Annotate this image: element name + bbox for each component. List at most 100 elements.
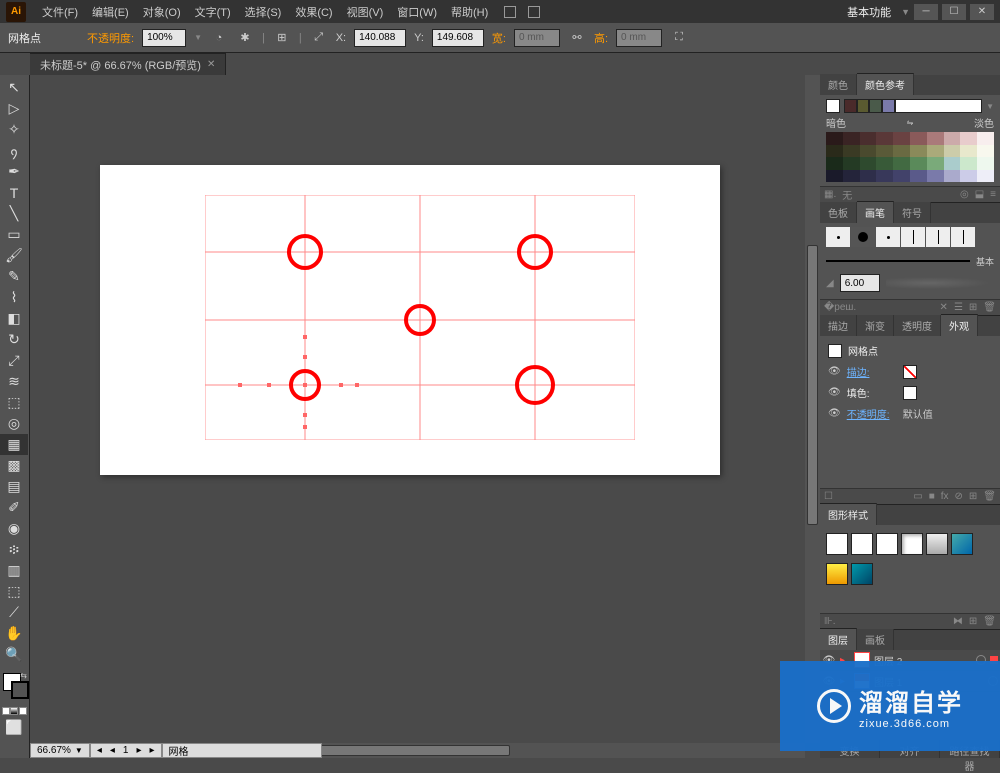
new-art-icon[interactable]: ☐	[824, 491, 833, 502]
style-swatch[interactable]	[826, 533, 848, 555]
transform-icon[interactable]: ⛶	[670, 29, 688, 47]
appearance-thumb[interactable]	[828, 344, 842, 358]
new-style-icon[interactable]: ⊞	[969, 616, 977, 627]
appearance-opacity-label[interactable]: 不透明度:	[847, 406, 897, 421]
panel-tab-transparency[interactable]: 透明度	[894, 315, 941, 336]
lasso-tool[interactable]: ᠀	[0, 140, 28, 161]
limit-colors-icon[interactable]: ▦.	[824, 189, 836, 200]
style-swatch[interactable]	[926, 533, 948, 555]
edit-colors-icon[interactable]: ◎	[960, 189, 969, 200]
swap-fill-stroke-icon[interactable]: ⇆	[20, 671, 27, 680]
panel-tab-color[interactable]: 颜色	[820, 74, 857, 95]
brush-library-icon[interactable]: �реш.	[824, 302, 856, 313]
shape-builder-tool[interactable]: ◎	[0, 413, 28, 434]
zoom-tool[interactable]: 🔍	[0, 644, 28, 665]
brush-thumb[interactable]	[926, 227, 950, 247]
visibility-icon[interactable]: 👁	[828, 366, 841, 377]
add-fill-icon[interactable]: ■	[929, 491, 935, 502]
mesh-tool[interactable]: ▩	[0, 455, 28, 476]
gradient-tool[interactable]: ▤	[0, 476, 28, 497]
color-shade-grid[interactable]	[826, 132, 994, 182]
eraser-tool[interactable]: ◧	[0, 308, 28, 329]
harmony-swatch[interactable]	[895, 99, 982, 113]
paintbrush-tool[interactable]: 🖌	[0, 245, 28, 266]
brush-thumb-selected[interactable]	[851, 227, 875, 247]
artboard-nav[interactable]: ◂◂1▸▸	[90, 743, 162, 758]
style-swatch[interactable]	[951, 533, 973, 555]
brush-stroke-preview[interactable]	[826, 260, 970, 262]
save-group-icon[interactable]: ⬓	[975, 189, 984, 200]
dropdown-icon[interactable]: ▼	[194, 33, 202, 42]
x-input[interactable]: 140.088	[354, 29, 406, 47]
panel-tab-graphic-styles[interactable]: 图形样式	[820, 503, 877, 525]
menu-view[interactable]: 视图(V)	[341, 4, 390, 20]
blend-tool[interactable]: ◉	[0, 518, 28, 539]
document-tab[interactable]: 未标题-5* @ 66.67% (RGB/预览) ✕	[30, 53, 226, 75]
delete-style-icon[interactable]: 🗑	[983, 616, 996, 627]
line-tool[interactable]: ╲	[0, 203, 28, 224]
panel-tab-appearance[interactable]: 外观	[941, 314, 978, 336]
artboard-tool[interactable]: ⬚	[0, 581, 28, 602]
opacity-input[interactable]: 100%	[142, 29, 186, 47]
appearance-stroke-label[interactable]: 描边:	[847, 364, 897, 379]
direct-selection-tool[interactable]: ▷	[0, 98, 28, 119]
magic-wand-tool[interactable]: ✧	[0, 119, 28, 140]
artboard[interactable]	[100, 165, 720, 475]
layout-icon-2[interactable]	[528, 6, 540, 18]
anchor-convert-icon[interactable]: ⤢	[310, 29, 328, 47]
vertical-scroll-thumb[interactable]	[807, 245, 818, 525]
fill-stroke-control[interactable]: ⇆	[0, 671, 29, 705]
appearance-fill-swatch[interactable]	[903, 386, 917, 400]
menu-select[interactable]: 选择(S)	[239, 4, 288, 20]
menu-window[interactable]: 窗口(W)	[391, 4, 443, 20]
screen-mode-tool[interactable]: ⬜	[0, 717, 28, 738]
type-tool[interactable]: T	[0, 182, 28, 203]
harmony-swatch[interactable]	[882, 99, 895, 113]
menu-effect[interactable]: 效果(C)	[289, 4, 338, 20]
selection-tool[interactable]: ↖	[0, 77, 28, 98]
zoom-level[interactable]: 66.67%▼	[30, 743, 90, 758]
break-link-icon[interactable]: ⧓	[953, 616, 963, 627]
base-color-swatch[interactable]	[826, 99, 840, 113]
brush-thumb[interactable]	[901, 227, 925, 247]
delete-brush-icon[interactable]: 🗑	[983, 302, 996, 313]
add-stroke-icon[interactable]: ▭	[913, 491, 922, 502]
panel-tab-symbols[interactable]: 符号	[894, 202, 931, 223]
link-icon[interactable]: ⚯	[568, 29, 586, 47]
style-icon[interactable]: ◔	[210, 29, 228, 47]
brush-options-icon[interactable]: ☰	[954, 302, 963, 313]
chevron-down-icon[interactable]: ▼	[901, 7, 910, 17]
rotate-tool[interactable]: ↻	[0, 329, 28, 350]
free-transform-tool[interactable]: ⬚	[0, 392, 28, 413]
style-swatch[interactable]	[901, 533, 923, 555]
delete-icon[interactable]: 🗑	[983, 491, 996, 502]
panel-tab-artboards[interactable]: 画板	[857, 629, 894, 650]
appearance-stroke-swatch[interactable]	[903, 365, 917, 379]
duplicate-icon[interactable]: ⊞	[969, 491, 977, 502]
stroke-swatch[interactable]	[11, 681, 29, 699]
opacity-label[interactable]: 不透明度:	[87, 30, 134, 46]
scale-tool[interactable]: ⤢	[0, 350, 28, 371]
rectangle-tool[interactable]: ▭	[0, 224, 28, 245]
color-mode-none[interactable]	[19, 707, 27, 715]
harmony-swatch[interactable]	[857, 99, 870, 113]
visibility-icon[interactable]: 👁	[828, 387, 841, 398]
panel-tab-stroke[interactable]: 描边	[820, 315, 857, 336]
brush-thumb[interactable]	[876, 227, 900, 247]
window-minimize[interactable]: ─	[914, 4, 938, 20]
style-swatch[interactable]	[851, 563, 873, 585]
panel-tab-swatches[interactable]: 色板	[820, 202, 857, 223]
menu-type[interactable]: 文字(T)	[189, 4, 237, 20]
new-brush-icon[interactable]: ⊞	[969, 302, 977, 313]
y-input[interactable]: 149.608	[432, 29, 484, 47]
width-tool[interactable]: ≋	[0, 371, 28, 392]
color-mode-gradient[interactable]	[10, 707, 18, 715]
menu-object[interactable]: 对象(O)	[137, 4, 187, 20]
panel-menu-icon[interactable]: ≡	[990, 189, 996, 200]
dropdown-icon[interactable]: ▼	[986, 102, 994, 111]
pencil-tool[interactable]: ✎	[0, 266, 28, 287]
window-maximize[interactable]: ☐	[942, 4, 966, 20]
pressure-icon[interactable]: ◢	[826, 278, 834, 289]
style-swatch[interactable]	[851, 533, 873, 555]
style-swatch[interactable]	[876, 533, 898, 555]
